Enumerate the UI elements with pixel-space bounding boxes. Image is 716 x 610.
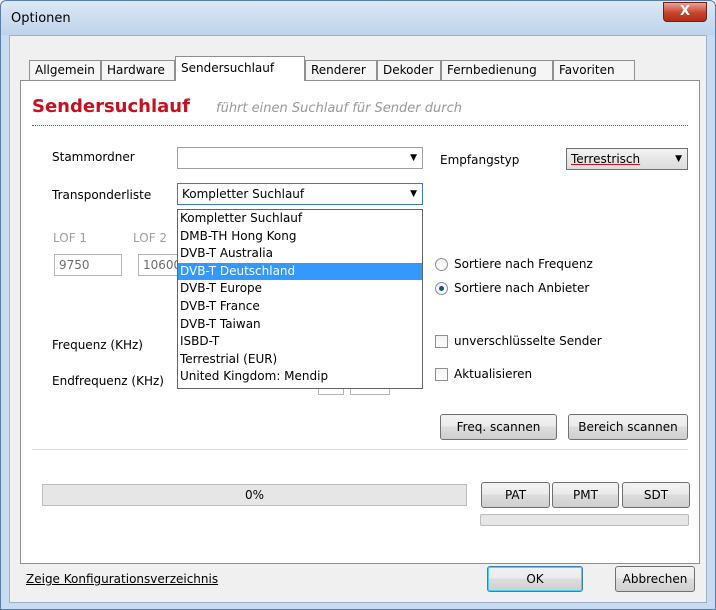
ok-button[interactable]: OK — [487, 566, 583, 592]
list-item[interactable]: DVB-T Europe — [178, 280, 422, 298]
scan-progress-bar: 0% — [42, 484, 467, 506]
list-item[interactable]: Terrestrial (EUR) — [178, 351, 422, 369]
transponder-value: Kompletter Suchlauf — [182, 187, 305, 201]
empfangstyp-select[interactable]: Terrestrisch ▼ — [566, 148, 688, 170]
tab-sendersuchlauf[interactable]: Sendersuchlauf — [175, 56, 305, 81]
window-title: Optionen — [11, 11, 71, 26]
aktualisieren-checkbox[interactable] — [435, 368, 448, 381]
list-item[interactable]: DVB-T Taiwan — [178, 316, 422, 334]
header-divider — [32, 125, 688, 126]
chevron-down-icon: ▼ — [410, 153, 417, 163]
tab-hardware[interactable]: Hardware — [101, 60, 175, 81]
tab-favoriten[interactable]: Favoriten — [553, 60, 635, 81]
stammordner-label: Stammordner — [52, 150, 135, 164]
lof2-label: LOF 2 — [133, 231, 168, 245]
list-item-selected[interactable]: DVB-T Deutschland — [178, 262, 422, 281]
endfrequenz-label: Endfrequenz (KHz) — [52, 374, 164, 388]
list-item[interactable]: ISBD-T — [178, 333, 422, 351]
empfangstyp-value: Terrestrisch — [571, 152, 641, 166]
section-divider — [32, 449, 688, 451]
signal-progress-bar — [480, 514, 689, 526]
tab-allgemein[interactable]: Allgemein — [29, 60, 101, 81]
pmt-button[interactable]: PMT — [552, 482, 619, 508]
list-item[interactable]: DVB-T France — [178, 298, 422, 316]
list-item[interactable]: United Kingdom: Mendip — [178, 368, 422, 386]
stammordner-combo[interactable]: ▼ — [177, 147, 423, 169]
sort-freq-label: Sortiere nach Frequenz — [454, 257, 593, 271]
aktualisieren-label: Aktualisieren — [454, 367, 533, 381]
unverschluesselt-checkbox[interactable] — [435, 335, 448, 348]
title-bar[interactable]: Optionen X — [1, 1, 715, 35]
close-button[interactable]: X — [663, 2, 707, 22]
freq-scan-button[interactable]: Freq. scannen — [440, 414, 557, 440]
chevron-down-icon: ▼ — [410, 189, 417, 199]
cancel-button[interactable]: Abbrechen — [615, 566, 695, 592]
sort-freq-radio[interactable] — [435, 258, 448, 271]
config-directory-link[interactable]: Zeige Konfigurationsverzeichnis — [26, 572, 218, 586]
lof1-label: LOF 1 — [53, 231, 88, 245]
page-title: Sendersuchlauf — [32, 96, 190, 117]
empfangstyp-label: Empfangstyp — [440, 153, 520, 167]
list-item[interactable]: Kompletter Suchlauf — [178, 210, 422, 228]
page-subtitle: führt einen Suchlauf für Sender durch — [216, 101, 462, 116]
frequenz-label: Frequenz (KHz) — [52, 338, 143, 352]
lof1-input[interactable]: 9750 — [54, 254, 122, 276]
chevron-down-icon: ▼ — [675, 154, 682, 164]
sdt-button[interactable]: SDT — [622, 482, 690, 508]
progress-label: 0% — [244, 488, 265, 502]
bereich-scan-button[interactable]: Bereich scannen — [568, 414, 688, 440]
transponder-label: Transponderliste — [52, 188, 152, 202]
list-item[interactable]: DVB-T Australia — [178, 245, 422, 263]
unverschluesselt-label: unverschlüsselte Sender — [454, 334, 602, 348]
list-item[interactable]: DMB-TH Hong Kong — [178, 228, 422, 246]
sort-anbieter-radio[interactable] — [435, 282, 448, 295]
sort-anbieter-label: Sortiere nach Anbieter — [454, 281, 590, 295]
transponder-combo[interactable]: Kompletter Suchlauf ▼ — [177, 183, 423, 205]
tab-dekoder[interactable]: Dekoder — [377, 60, 441, 81]
pat-button[interactable]: PAT — [481, 482, 550, 508]
transponder-dropdown-list: Kompletter Suchlauf DMB-TH Hong Kong DVB… — [177, 209, 423, 389]
tab-renderer[interactable]: Renderer — [305, 60, 377, 81]
tab-fernbedienung[interactable]: Fernbedienung — [441, 60, 553, 81]
